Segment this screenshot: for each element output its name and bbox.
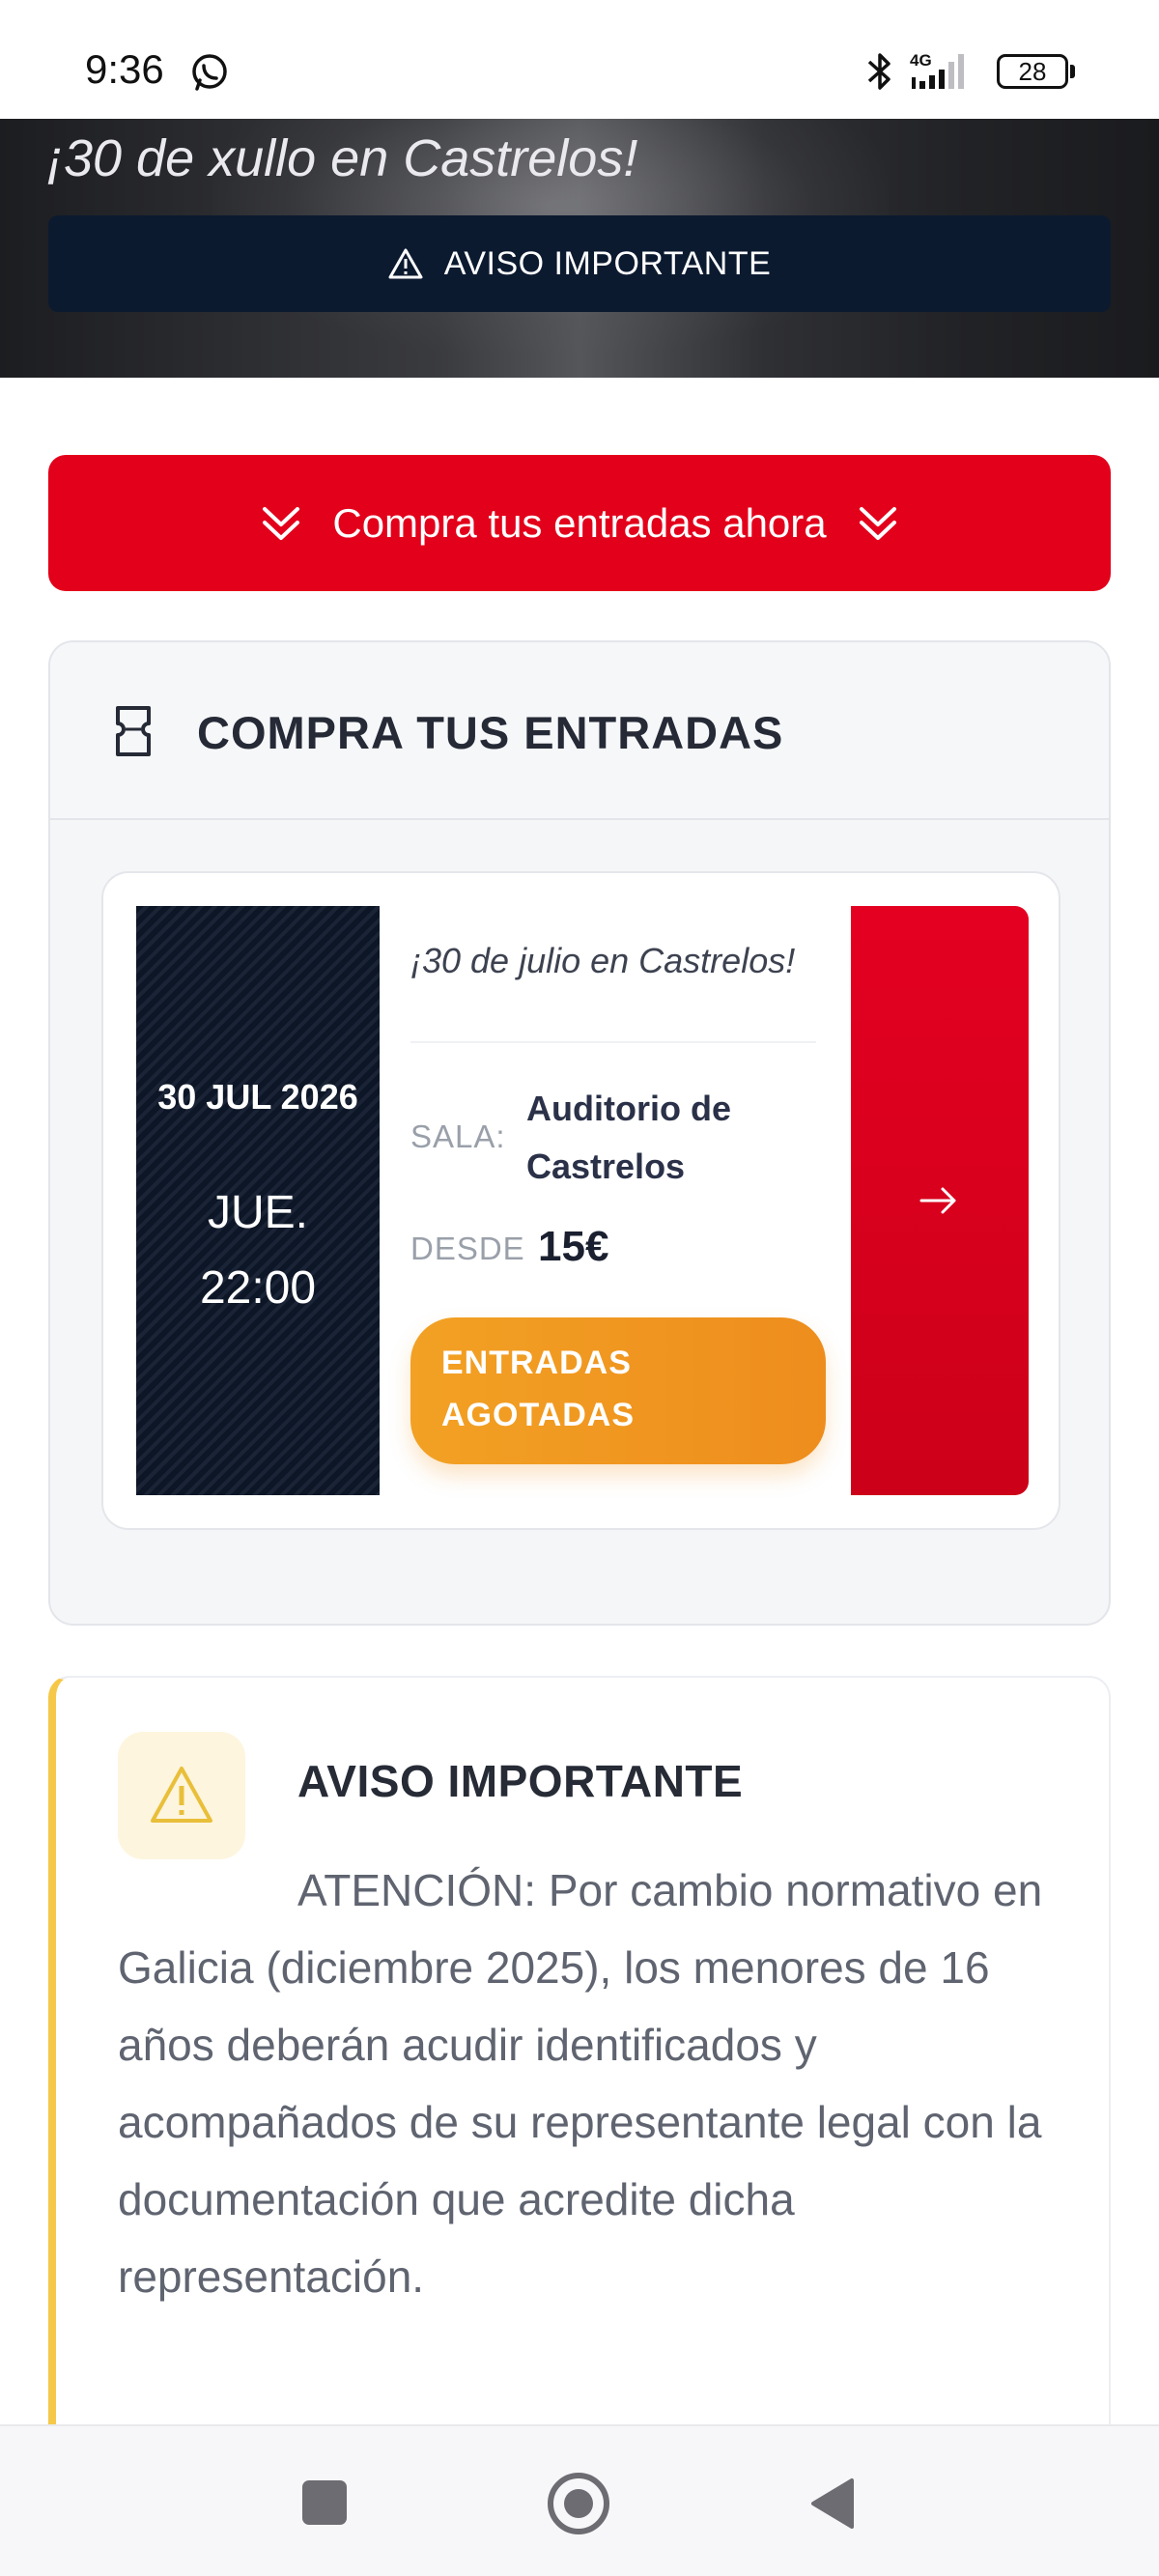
notice-title: AVISO IMPORTANTE — [297, 1756, 744, 1806]
page: 9:36 4G 28 ¡30 de xullo en Castrelos! AV… — [0, 0, 1159, 2576]
event-subtitle: ¡30 de julio en Castrelos! — [410, 941, 796, 980]
battery-cap — [1070, 65, 1075, 78]
battery-indicator: 28 — [997, 54, 1076, 89]
back-button[interactable] — [809, 2477, 856, 2531]
event-details-button[interactable] — [851, 906, 1029, 1495]
bluetooth-icon — [867, 53, 890, 90]
venue-label: SALA: — [410, 1118, 506, 1154]
tickets-section: COMPRA TUS ENTRADAS 30 JUL 2026 JUE. 22:… — [48, 640, 1111, 1626]
arrow-right-icon — [919, 1187, 956, 1214]
event-weekday: JUE. — [207, 1187, 308, 1238]
price-label: DESDE — [410, 1231, 525, 1266]
warning-icon — [151, 1767, 212, 1823]
event-card: 30 JUL 2026 JUE. 22:00 ¡30 de julio en C… — [101, 871, 1060, 1530]
recents-button[interactable] — [302, 2480, 347, 2525]
buy-tickets-now-label: Compra tus entradas ahora — [332, 499, 827, 546]
sold-out-button[interactable]: ENTRADAS AGOTADAS — [410, 1317, 826, 1464]
price-value: 15€ — [538, 1223, 609, 1270]
status-bar: 9:36 4G 28 — [0, 0, 1159, 119]
buy-tickets-now-button[interactable]: Compra tus entradas ahora — [48, 455, 1111, 591]
divider — [410, 1041, 816, 1043]
network-type-label: 4G — [910, 51, 932, 70]
warning-icon — [388, 248, 423, 279]
system-navigation-bar — [0, 2424, 1159, 2576]
tickets-section-title: COMPRA TUS ENTRADAS — [197, 707, 784, 758]
hero-subtitle: ¡30 de xullo en Castrelos! — [46, 129, 638, 187]
double-chevron-down-icon — [859, 506, 896, 540]
venue-name: Auditorio de Castrelos — [526, 1089, 731, 1186]
warning-badge — [118, 1732, 245, 1859]
event-date-panel: 30 JUL 2026 JUE. 22:00 — [136, 906, 380, 1495]
important-notice-button[interactable]: AVISO IMPORTANTE — [48, 215, 1111, 312]
battery-level: 28 — [997, 54, 1068, 89]
event-time: 22:00 — [199, 1262, 317, 1314]
signal-icon: 4G — [910, 51, 964, 89]
status-time: 9:36 — [85, 46, 164, 92]
home-button[interactable] — [547, 2472, 610, 2535]
event-info: ¡30 de julio en Castrelos! SALA: Auditor… — [405, 906, 839, 1495]
ticket-icon — [116, 706, 151, 756]
event-date: 30 JUL 2026 — [157, 1077, 358, 1117]
important-notice-card: AVISO IMPORTANTE ATENCIÓN: Por cambio no… — [48, 1676, 1111, 2449]
tickets-section-header: COMPRA TUS ENTRADAS — [50, 642, 1109, 820]
notice-body: ATENCIÓN: Por cambio normativo en Galici… — [118, 1865, 1043, 2302]
hero-banner: ¡30 de xullo en Castrelos! AVISO IMPORTA… — [0, 119, 1159, 378]
whatsapp-icon — [192, 54, 227, 91]
double-chevron-down-icon — [263, 506, 300, 540]
important-notice-label: AVISO IMPORTANTE — [443, 244, 772, 282]
